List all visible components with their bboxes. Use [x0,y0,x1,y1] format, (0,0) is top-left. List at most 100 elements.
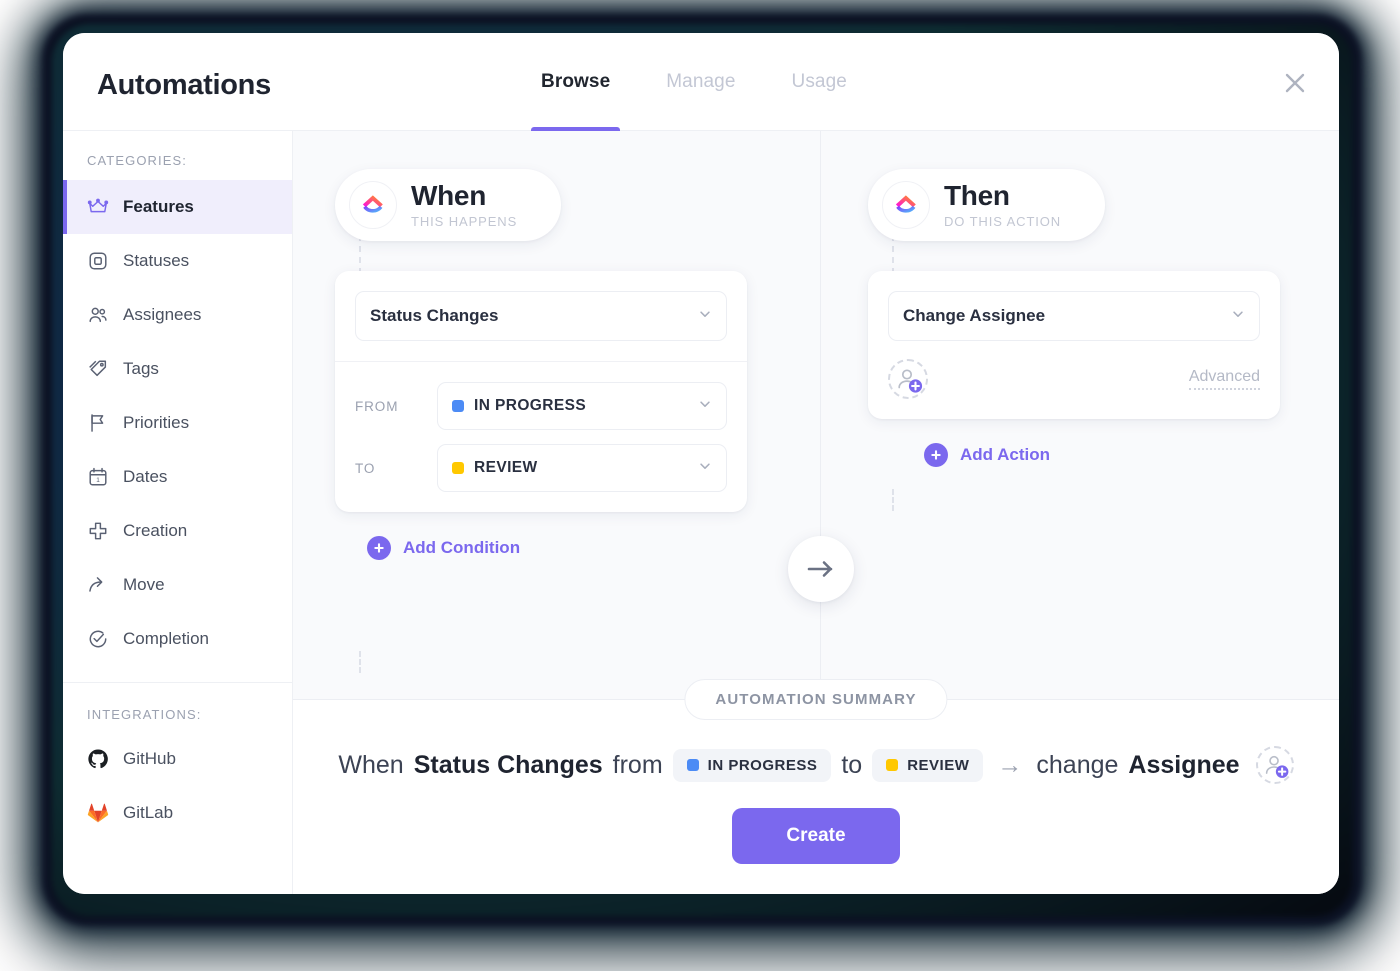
summary-action-object: Assignee [1128,750,1240,779]
summary-from-status: IN PROGRESS [707,756,818,774]
sidebar-item-statuses[interactable]: Statuses [63,234,292,288]
tab-manage[interactable]: Manage [638,33,763,131]
add-action-button[interactable]: Add Action [924,443,1050,467]
person-add-icon [898,369,923,393]
tag-icon [87,358,109,380]
summary-to-word: to [841,750,863,779]
tab-usage[interactable]: Usage [764,33,875,131]
summary-from-word: from [612,750,663,779]
arrow-right-icon [807,561,833,577]
automation-builder: When THIS HAPPENS Status Changes FROM IN… [293,131,1339,699]
clickup-logo-icon [882,181,930,229]
sidebar-item-creation[interactable]: Creation [63,504,292,558]
modal-body: CATEGORIES: Features Statuses Assignees … [63,131,1339,894]
add-action-label: Add Action [960,445,1051,464]
then-column: Then DO THIS ACTION Change Assignee Adva… [802,131,1339,699]
sidebar-item-label: GitLab [123,803,174,822]
tab-bar: Browse Manage Usage [513,33,875,131]
sidebar-item-completion[interactable]: Completion [63,612,292,666]
automation-summary-text: When Status Changes from IN PROGRESS to … [293,746,1339,784]
sidebar-item-github[interactable]: GitHub [63,732,292,786]
create-button[interactable]: Create [732,808,900,864]
tab-browse[interactable]: Browse [513,33,638,131]
sidebar-item-features[interactable]: Features [63,180,292,234]
sidebar-item-assignees[interactable]: Assignees [63,288,292,342]
trigger-select[interactable]: Status Changes [355,291,727,341]
summary-action-verb: change [1036,750,1119,779]
sidebar-item-label: Priorities [123,413,190,432]
to-status-value: REVIEW [474,459,538,476]
sidebar-item-label: Completion [123,629,209,648]
to-status-value-wrap: REVIEW [452,459,538,477]
from-status-value: IN PROGRESS [474,397,587,414]
automation-summary-badge: AUTOMATION SUMMARY [684,679,948,720]
sidebar-item-label: Move [123,575,165,594]
add-assignee-button[interactable] [888,359,928,399]
add-condition-label: Add Condition [403,538,521,557]
when-card-divider [335,361,747,362]
summary-assignee-avatar[interactable] [1255,746,1294,784]
sidebar-item-label: GitHub [123,749,176,768]
sidebar-integrations-heading: INTEGRATIONS: [87,707,202,722]
close-icon [1285,73,1305,93]
clickup-logo-icon [349,181,397,229]
status-color-swatch [452,400,464,412]
add-condition-button[interactable]: Add Condition [367,536,520,560]
automations-modal: Automations Browse Manage Usage CATEGORI… [63,33,1339,894]
chevron-down-icon [698,459,712,478]
crown-icon [87,196,109,218]
sidebar-item-label: Creation [123,521,188,540]
close-button[interactable] [1275,63,1315,103]
sidebar-item-dates[interactable]: 1 Dates [63,450,292,504]
screen-root: Automations Browse Manage Usage CATEGORI… [0,0,1400,971]
action-detail-row: Advanced [888,359,1260,399]
from-status-value-wrap: IN PROGRESS [452,397,586,415]
when-column: When THIS HAPPENS Status Changes FROM IN… [293,131,802,699]
plus-icon [924,443,948,467]
from-status-select[interactable]: IN PROGRESS [437,382,727,430]
status-color-swatch [686,759,699,771]
summary-to-chip: REVIEW [872,748,984,782]
when-subtitle: THIS HAPPENS [411,214,518,229]
sidebar: CATEGORIES: Features Statuses Assignees … [63,131,293,894]
summary-prefix: When [338,750,404,779]
status-color-swatch [452,462,464,474]
automation-summary-section: AUTOMATION SUMMARY When Status Changes f… [293,679,1339,894]
plus-icon [367,536,391,560]
transition-arrow-button[interactable] [788,536,854,602]
gitlab-icon [87,802,109,824]
condition-row-from: FROM IN PROGRESS [355,382,727,430]
condition-label-to: TO [355,460,376,476]
calendar-icon: 1 [87,466,109,488]
action-select[interactable]: Change Assignee [888,291,1260,341]
condition-label-from: FROM [355,398,399,414]
sidebar-item-label: Assignees [123,305,202,324]
when-card: Status Changes FROM IN PROGRESS TO REVIE… [335,271,747,512]
sidebar-item-priorities[interactable]: Priorities [63,396,292,450]
when-header-pill: When THIS HAPPENS [335,169,562,241]
summary-from-chip: IN PROGRESS [672,748,832,782]
plus-cross-icon [87,520,109,542]
condition-row-to: TO REVIEW [355,444,727,492]
then-header-pill: Then DO THIS ACTION [868,169,1106,241]
sidebar-item-tags[interactable]: Tags [63,342,292,396]
svg-text:1: 1 [96,477,100,484]
then-card: Change Assignee Advanced [868,271,1280,419]
action-select-value: Change Assignee [903,306,1046,325]
check-circle-icon [87,628,109,650]
sidebar-item-label: Statuses [123,251,190,270]
to-status-select[interactable]: REVIEW [437,444,727,492]
sidebar-item-move[interactable]: Move [63,558,292,612]
add-action-connector-line [892,489,894,511]
arrow-move-icon [87,574,109,596]
chevron-down-icon [698,397,712,416]
sidebar-item-gitlab[interactable]: GitLab [63,786,292,840]
advanced-link[interactable]: Advanced [1188,368,1260,390]
modal-header: Automations Browse Manage Usage [63,33,1339,131]
summary-trigger: Status Changes [413,750,603,779]
summary-to-status: REVIEW [907,756,970,774]
main-panel: When THIS HAPPENS Status Changes FROM IN… [293,131,1339,894]
chevron-down-icon [698,306,712,326]
status-color-swatch [886,759,899,771]
person-add-icon [1265,755,1288,778]
